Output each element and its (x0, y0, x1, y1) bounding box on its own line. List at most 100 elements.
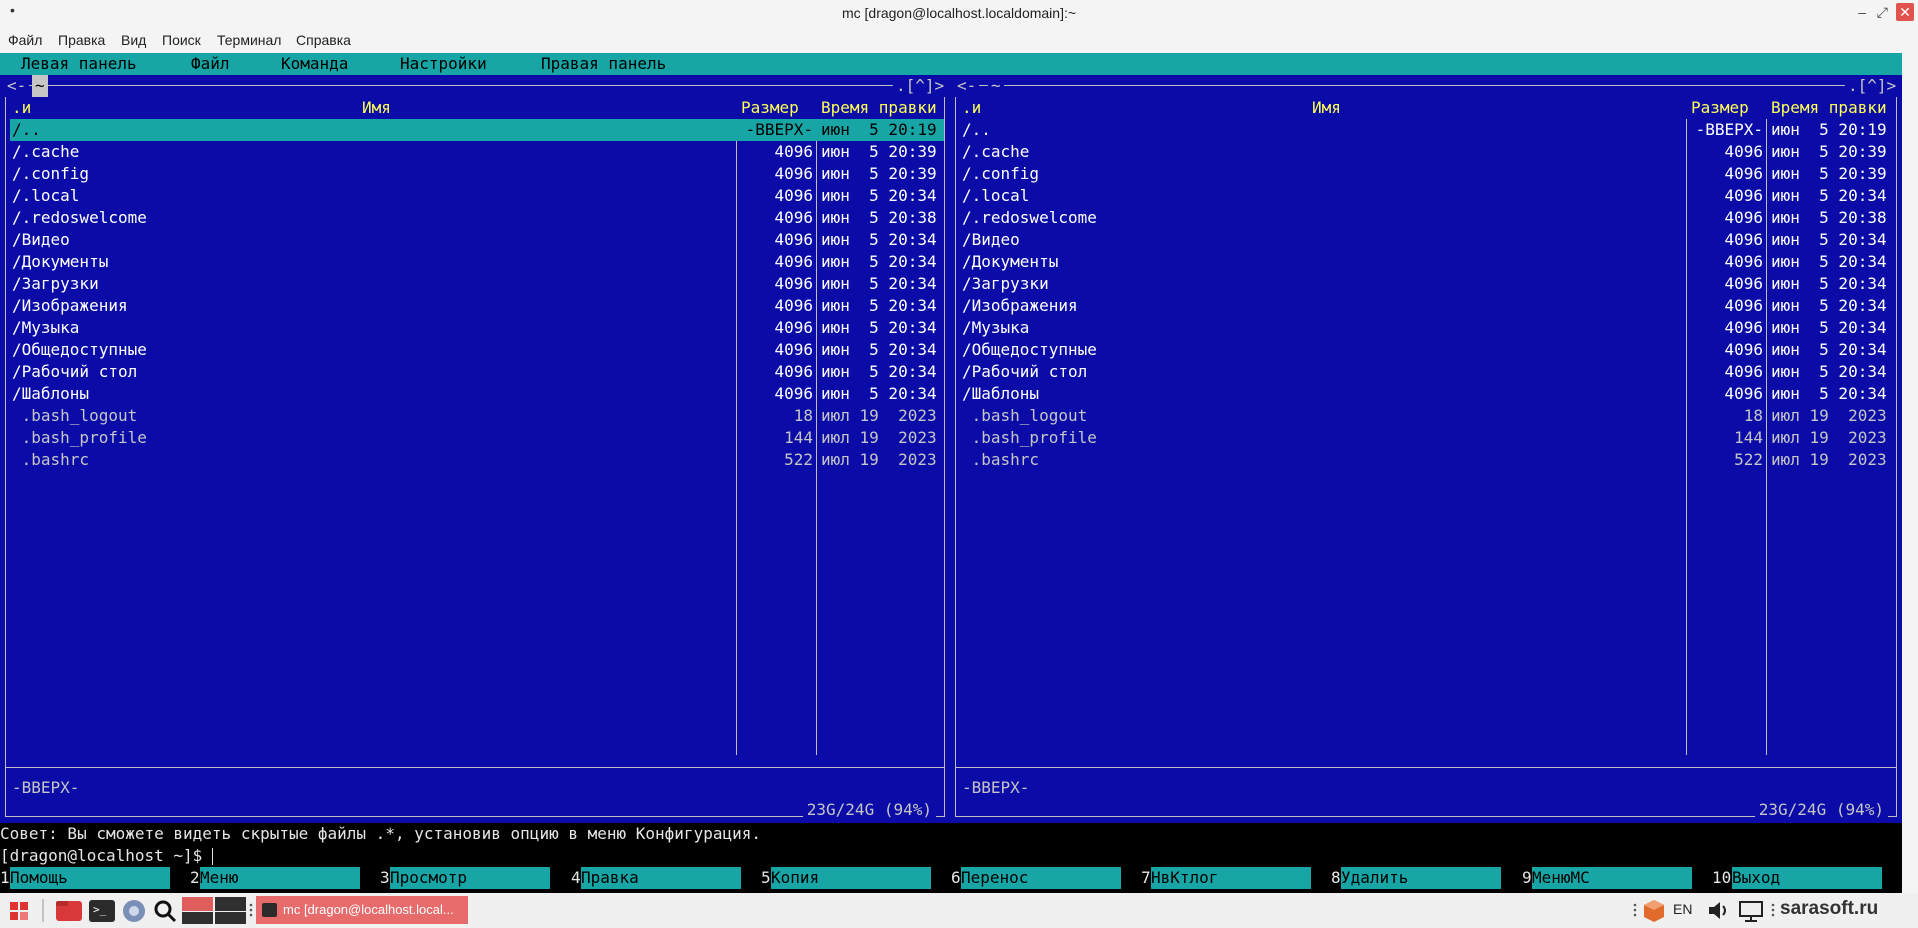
directory-row[interactable]: /Загрузки 4096 июн 5 20:34 (10, 273, 944, 295)
entry-name: /Рабочий стол (12, 362, 138, 381)
entry-time: июл 19 2023 (821, 428, 937, 447)
fkey-5[interactable]: 5 Копия (761, 867, 951, 889)
file-row[interactable]: .bash_profile 144 июл 19 2023 (960, 427, 1894, 449)
tray-separator (1770, 897, 1776, 924)
column-name-header[interactable]: Имя (362, 97, 391, 119)
file-row[interactable]: .bash_logout 18 июл 19 2023 (960, 405, 1894, 427)
sort-indicator[interactable]: .и (12, 97, 31, 119)
directory-row[interactable]: /Шаблоны 4096 июн 5 20:34 (960, 383, 1894, 405)
directory-row[interactable]: /Рабочий стол 4096 июн 5 20:34 (960, 361, 1894, 383)
mc-menu-options[interactable]: Настройки (400, 53, 487, 75)
panel-hotlist[interactable]: .[^]> (1845, 75, 1900, 97)
sort-indicator[interactable]: .и (962, 97, 981, 119)
panel-nav-left[interactable]: <- (7, 76, 26, 95)
directory-row[interactable]: /Видео 4096 июн 5 20:34 (10, 229, 944, 251)
directory-row[interactable]: /Документы 4096 июн 5 20:34 (960, 251, 1894, 273)
fkey-10[interactable]: 10 Выход (1712, 867, 1902, 889)
fkey-4[interactable]: 4 Правка (571, 867, 761, 889)
minimize-icon[interactable]: – (1858, 4, 1866, 20)
package-update-icon[interactable] (1642, 897, 1666, 924)
menu-search[interactable]: Поиск (162, 32, 201, 48)
menu-terminal[interactable]: Терминал (217, 32, 281, 48)
directory-row[interactable]: /Загрузки 4096 июн 5 20:34 (960, 273, 1894, 295)
directory-row[interactable]: /Шаблоны 4096 июн 5 20:34 (10, 383, 944, 405)
mc-menu-left-panel[interactable]: Левая панель (21, 53, 137, 75)
terminal-icon[interactable]: >_ (88, 897, 116, 924)
fkey-number: 8 (1331, 868, 1341, 887)
entry-name: /.cache (962, 142, 1030, 161)
directory-row[interactable]: /.config 4096 июн 5 20:39 (960, 163, 1894, 185)
shell-prompt[interactable]: [dragon@localhost ~]$ (0, 845, 213, 867)
file-row[interactable]: .bash_logout 18 июл 19 2023 (10, 405, 944, 427)
right-panel[interactable]: <- ~ .[^]> .и Имя Размер Время правки /.… (950, 75, 1902, 823)
taskbar-window-mc[interactable]: mc [dragon@localhost.local... (256, 896, 468, 924)
fkey-9[interactable]: 9 МенюMC (1522, 867, 1712, 889)
directory-row[interactable]: /Общедоступные 4096 июн 5 20:34 (960, 339, 1894, 361)
left-panel[interactable]: <- ~ .[^]> .и Имя Размер Время правки /.… (0, 75, 950, 823)
disk-usage: 23G/24G (94%) (802, 799, 936, 821)
search-icon[interactable] (152, 897, 178, 924)
entry-size: 4096 (774, 186, 813, 205)
directory-row[interactable]: /.. -ВВЕРХ-июн 5 20:19 (10, 119, 944, 141)
directory-row[interactable]: /.config 4096 июн 5 20:39 (10, 163, 944, 185)
fkey-3[interactable]: 3 Просмотр (380, 867, 570, 889)
maximize-icon[interactable]: ⤢ (1877, 4, 1888, 21)
entry-time: июн 5 20:34 (821, 274, 937, 293)
fkey-1[interactable]: 1 Помощь (0, 867, 190, 889)
directory-row[interactable]: /.redoswelcome 4096 июн 5 20:38 (960, 207, 1894, 229)
fkey-6[interactable]: 6 Перенос (951, 867, 1141, 889)
file-manager-icon[interactable] (54, 897, 84, 924)
directory-row[interactable]: /Общедоступные 4096 июн 5 20:34 (10, 339, 944, 361)
browser-icon[interactable] (120, 897, 148, 924)
directory-row[interactable]: /.cache 4096 июн 5 20:39 (10, 141, 944, 163)
entry-size: 144 (1734, 428, 1763, 447)
volume-icon[interactable] (1706, 897, 1730, 924)
disk-usage: 23G/24G (94%) (1754, 799, 1888, 821)
directory-row[interactable]: /Рабочий стол 4096 июн 5 20:34 (10, 361, 944, 383)
menu-edit[interactable]: Правка (58, 32, 105, 48)
directory-row[interactable]: /Музыка 4096 июн 5 20:34 (960, 317, 1894, 339)
directory-row[interactable]: /.redoswelcome 4096 июн 5 20:38 (10, 207, 944, 229)
directory-row[interactable]: /Изображения 4096 июн 5 20:34 (10, 295, 944, 317)
file-row[interactable]: .bash_profile 144 июл 19 2023 (10, 427, 944, 449)
directory-row[interactable]: /Видео 4096 июн 5 20:34 (960, 229, 1894, 251)
close-icon[interactable]: ✕ (1896, 3, 1914, 21)
directory-row[interactable]: /.local 4096 июн 5 20:34 (960, 185, 1894, 207)
column-size-header[interactable]: Размер (1691, 97, 1749, 119)
terminal-scrollbar[interactable] (1902, 53, 1918, 893)
directory-row[interactable]: /.cache 4096 июн 5 20:39 (960, 141, 1894, 163)
directory-row[interactable]: /Документы 4096 июн 5 20:34 (10, 251, 944, 273)
directory-row[interactable]: /Музыка 4096 июн 5 20:34 (10, 317, 944, 339)
menu-file[interactable]: Файл (8, 32, 42, 48)
current-dir-label: ~ (988, 75, 1004, 97)
column-time-header[interactable]: Время правки (821, 97, 937, 119)
directory-row[interactable]: /Изображения 4096 июн 5 20:34 (960, 295, 1894, 317)
column-name-header[interactable]: Имя (1312, 97, 1341, 119)
fkey-label: Копия (771, 867, 931, 889)
panel-nav-left[interactable]: <- (954, 75, 980, 97)
app-menu-icon[interactable] (8, 897, 32, 924)
mc-menu-file[interactable]: Файл (191, 53, 230, 75)
directory-row[interactable]: /.local 4096 июн 5 20:34 (10, 185, 944, 207)
file-row[interactable]: .bashrc 522 июл 19 2023 (10, 449, 944, 471)
mc-menu-right-panel[interactable]: Правая панель (541, 53, 666, 75)
mc-menu-command[interactable]: Команда (281, 53, 348, 75)
panel-hotlist[interactable]: .[^]> (893, 75, 948, 97)
entry-name: /Шаблоны (12, 384, 90, 403)
entry-time: июл 19 2023 (1771, 450, 1887, 469)
column-size-header[interactable]: Размер (741, 97, 799, 119)
fkey-2[interactable]: 2 Меню (190, 867, 380, 889)
terminal-area[interactable]: Левая панель Файл Команда Настройки Прав… (0, 53, 1902, 893)
column-time-header[interactable]: Время правки (1771, 97, 1887, 119)
file-row[interactable]: .bashrc 522 июл 19 2023 (960, 449, 1894, 471)
entry-time: июн 5 20:34 (1771, 252, 1887, 271)
directory-row[interactable]: /.. -ВВЕРХ-июн 5 20:19 (960, 119, 1894, 141)
fkey-8[interactable]: 8 Удалить (1331, 867, 1521, 889)
network-icon[interactable] (1738, 897, 1764, 924)
function-key-bar: 1 Помощь 2 Меню 3 Просмотр 4 Правка 5 Копия 6 Перен… (0, 867, 1902, 889)
menu-help[interactable]: Справка (296, 32, 351, 48)
workspace-switcher[interactable] (182, 897, 246, 924)
menu-view[interactable]: Вид (121, 32, 146, 48)
keyboard-layout[interactable]: EN (1673, 901, 1692, 917)
fkey-7[interactable]: 7 НвКтлог (1141, 867, 1331, 889)
